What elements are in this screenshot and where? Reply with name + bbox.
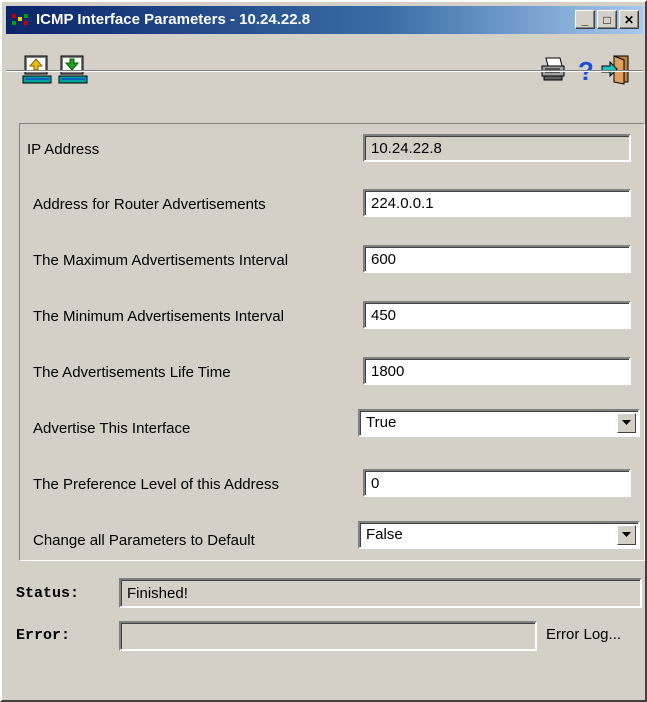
status-field: Finished!: [119, 578, 642, 608]
title-bar[interactable]: ICMP Interface Parameters - 10.24.22.8 _…: [6, 6, 643, 34]
adv-lifetime-input[interactable]: 1800: [363, 357, 631, 385]
ip-address-field: 10.24.22.8: [363, 134, 631, 162]
change-to-default-select[interactable]: False: [358, 521, 640, 549]
error-log-link[interactable]: Error Log...: [546, 626, 621, 643]
toolbar: ?: [6, 37, 643, 107]
advertise-interface-value: True: [366, 414, 397, 431]
adv-lifetime-label: The Advertisements Life Time: [33, 364, 231, 381]
min-adv-interval-input[interactable]: 450: [363, 301, 631, 329]
max-adv-interval-input[interactable]: 600: [363, 245, 631, 273]
minimize-button[interactable]: _: [575, 10, 595, 29]
toolbar-separator: [6, 70, 643, 72]
change-to-default-label: Change all Parameters to Default: [33, 532, 255, 549]
error-field: [119, 621, 537, 651]
router-adv-address-label: Address for Router Advertisements: [33, 196, 266, 213]
minimize-icon: _: [581, 12, 589, 27]
status-label: Status:: [16, 585, 80, 602]
advertise-interface-label: Advertise This Interface: [33, 420, 191, 437]
ip-address-label: IP Address: [27, 141, 100, 158]
preference-level-label: The Preference Level of this Address: [33, 476, 279, 493]
advertise-interface-select[interactable]: True: [358, 409, 640, 437]
error-label: Error:: [16, 627, 71, 644]
maximize-icon: □: [603, 12, 611, 27]
min-adv-interval-label: The Minimum Advertisements Interval: [33, 308, 284, 325]
maximize-button[interactable]: □: [597, 10, 617, 29]
close-icon: ✕: [623, 12, 635, 27]
preference-level-input[interactable]: 0: [363, 469, 631, 497]
app-icon: [12, 14, 28, 25]
window-title: ICMP Interface Parameters - 10.24.22.8: [36, 11, 311, 28]
router-adv-address-input[interactable]: 224.0.0.1: [363, 189, 631, 217]
dropdown-arrow-icon[interactable]: [617, 525, 636, 545]
change-to-default-value: False: [366, 526, 403, 543]
dropdown-arrow-icon[interactable]: [617, 413, 636, 433]
close-button[interactable]: ✕: [619, 10, 639, 29]
icmp-parameters-window: ICMP Interface Parameters - 10.24.22.8 _…: [0, 0, 647, 702]
max-adv-interval-label: The Maximum Advertisements Interval: [33, 252, 289, 269]
